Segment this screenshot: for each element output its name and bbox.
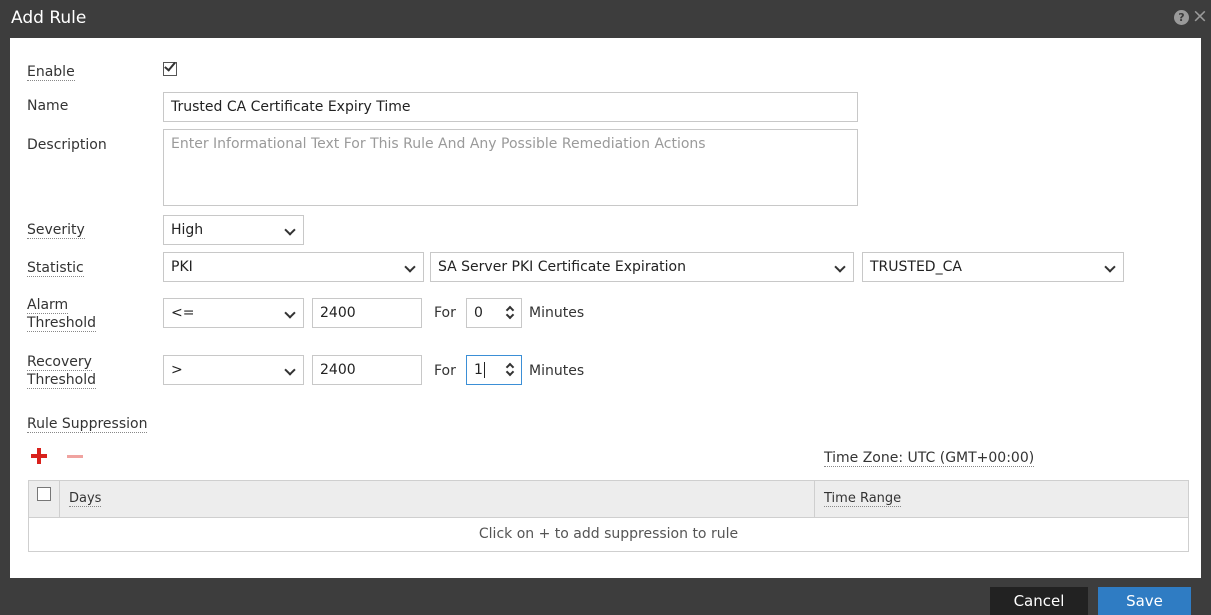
close-icon[interactable]: × [1192,6,1208,26]
alarm-operator-value: <= [171,305,195,321]
chevron-down-icon [404,261,416,273]
chevron-down-icon [284,307,296,319]
table-header: Days Time Range [29,481,1188,518]
statistic-value: SA Server PKI Certificate Expiration [438,259,686,275]
alarm-unit-label: Minutes [529,305,585,321]
add-icon[interactable] [30,447,48,465]
check-icon [164,59,176,72]
severity-select[interactable]: High [163,215,304,245]
chevron-down-icon [834,261,846,273]
severity-value: High [171,222,204,238]
dialog-frame-left [0,38,10,578]
dialog-titlebar: Add Rule ? × [0,0,1211,38]
select-all-checkbox[interactable] [37,487,51,501]
recovery-minutes-stepper[interactable]: 1 [466,355,522,385]
chevron-down-icon [1104,261,1116,273]
dialog-title: Add Rule [11,8,87,28]
recovery-minutes-value: 1 [474,362,483,378]
statistic-category-select[interactable]: PKI [163,252,424,282]
name-input[interactable]: Trusted CA Certificate Expiry Time [163,92,858,122]
alarm-value-input[interactable]: 2400 [312,298,422,328]
chevron-down-icon [284,364,296,376]
statistic-category-value: PKI [171,259,193,275]
recovery-operator-value: > [171,362,183,378]
description-textarea[interactable]: Enter Informational Text For This Rule A… [163,129,858,206]
description-label: Description [27,137,107,153]
enable-checkbox[interactable] [163,59,177,76]
text-cursor [483,362,485,378]
column-divider [814,481,815,518]
recovery-value-input[interactable]: 2400 [312,355,422,385]
recovery-unit-label: Minutes [529,363,585,379]
table-empty-message: Click on + to add suppression to rule [478,526,739,542]
column-header-days[interactable]: Days [69,491,102,507]
enable-label: Enable [27,64,75,81]
recovery-for-label: For [434,363,456,379]
statistic-instance-select[interactable]: TRUSTED_CA [862,252,1124,282]
help-icon[interactable]: ? [1174,10,1189,25]
severity-label: Severity [27,222,85,239]
alarm-operator-select[interactable]: <= [163,298,304,328]
recovery-operator-select[interactable]: > [163,355,304,385]
chevron-down-icon [284,224,296,236]
alarm-for-label: For [434,305,456,321]
alarm-minutes-stepper[interactable]: 0 [466,298,522,328]
statistic-label: Statistic [27,260,84,277]
rule-suppression-label: Rule Suppression [27,416,148,433]
save-button[interactable]: Save [1098,587,1191,615]
cancel-button[interactable]: Cancel [990,587,1088,615]
remove-icon[interactable] [67,455,83,458]
alarm-minutes-value: 0 [474,305,483,321]
dialog-frame-right [1201,38,1211,578]
statistic-instance-value: TRUSTED_CA [870,259,962,275]
alarm-threshold-label: Alarm Threshold [27,297,96,332]
suppression-table: Days Time Range Click on + to add suppre… [28,480,1189,552]
spinner-icon[interactable] [505,304,515,322]
recovery-threshold-label: Recovery Threshold [27,354,96,389]
statistic-select[interactable]: SA Server PKI Certificate Expiration [430,252,854,282]
name-label: Name [27,98,69,114]
timezone-label[interactable]: Time Zone: UTC (GMT+00:00) [824,449,1035,467]
column-header-time-range[interactable]: Time Range [824,491,902,507]
column-divider [59,481,60,518]
spinner-icon[interactable] [505,361,515,379]
